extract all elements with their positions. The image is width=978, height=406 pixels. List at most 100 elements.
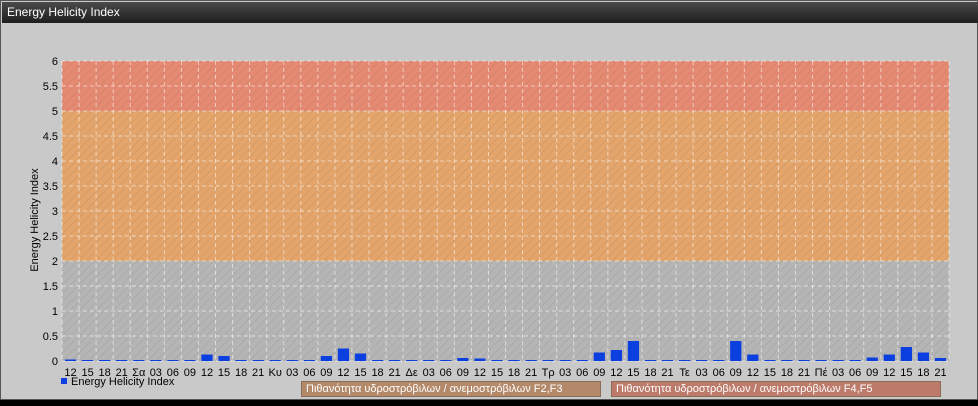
x-tick-label: 03 (423, 367, 435, 379)
bar (269, 360, 281, 361)
y-tick-label: 2 (52, 256, 58, 268)
bar (218, 356, 230, 361)
bar (576, 360, 588, 361)
bar (371, 360, 384, 361)
bar (678, 360, 691, 361)
bar (559, 360, 571, 361)
y-axis-label: Energy Helicity Index (29, 168, 41, 272)
bar (849, 360, 861, 361)
x-tick-label: 09 (730, 367, 742, 379)
bar (713, 360, 725, 361)
x-tick-label: 12 (474, 367, 486, 379)
x-tick-label: 09 (866, 367, 878, 379)
x-tick-label: 03 (559, 367, 571, 379)
bar (286, 360, 298, 361)
bar (525, 360, 537, 361)
x-tick-label: 15 (491, 367, 503, 379)
x-tick-label: Δε (406, 367, 418, 379)
chart-window: Energy Helicity Index 0 0.5 1 1.5 2 2.5 3 3.5 4 4… (0, 0, 978, 400)
y-tick-label: 3.5 (43, 181, 58, 193)
bar (815, 360, 827, 361)
bar (491, 360, 503, 361)
x-tick-label: Κυ (269, 367, 282, 379)
y-tick-label: 5.5 (43, 81, 58, 93)
bar (508, 360, 520, 361)
x-tick-label: 21 (798, 367, 810, 379)
ehi-chart: 00.511.522.533.544.555.56 12 15 18 21 Σα 03 06… (29, 56, 950, 388)
y-tick-label: 4.5 (43, 131, 58, 143)
bar (610, 350, 623, 361)
legend-f4f5-label: Πιθανότητα υδροστρόβιλων / ανεμοστρόβιλω… (616, 383, 873, 395)
bar (832, 360, 844, 361)
x-tick-label: 21 (525, 367, 537, 379)
bar (883, 354, 895, 361)
bar (781, 360, 793, 361)
y-tick-label: 3 (52, 206, 58, 218)
x-tick-label: 18 (644, 367, 656, 379)
bar (184, 360, 196, 361)
bar (303, 360, 315, 361)
x-tick-label: Πέ (815, 367, 828, 379)
x-tick-label: 15 (764, 367, 776, 379)
bar (593, 352, 605, 361)
x-tick-label: Τρ (542, 367, 555, 379)
bar (252, 360, 264, 361)
bar (167, 360, 179, 361)
x-tick-label: 03 (696, 367, 708, 379)
bar (406, 360, 418, 361)
x-tick-label: 15 (218, 367, 230, 379)
x-tick-label: 03 (286, 367, 298, 379)
x-tick-label: 21 (934, 367, 946, 379)
x-tick-label: 18 (917, 367, 929, 379)
x-tick-label: 18 (508, 367, 520, 379)
x-tick-label: 15 (627, 367, 639, 379)
bar (730, 341, 742, 361)
y-tick-label: 6 (52, 56, 58, 68)
legend-f4f5: Πιθανότητα υδροστρόβιλων / ανεμοστρόβιλω… (611, 381, 941, 397)
x-tick-label: 09 (457, 367, 469, 379)
bar (320, 356, 333, 361)
x-tick-label: 18 (371, 367, 383, 379)
bar (354, 353, 367, 361)
bar (337, 348, 350, 361)
bar (542, 360, 554, 361)
bar (627, 341, 640, 361)
chart-area: 0 0.5 1 1.5 2 2.5 3 3.5 4 4.5 5 5.5 6 12 15 18 21 Σα 03 06… (1, 23, 978, 401)
bar (661, 360, 674, 361)
bar (81, 360, 94, 361)
y-tick-label: 4 (52, 156, 58, 168)
x-tick-label: 06 (849, 367, 861, 379)
x-tick-label: Τε (679, 367, 690, 379)
bar (133, 360, 145, 361)
bar (474, 358, 486, 361)
bar (150, 360, 162, 361)
bar (388, 360, 401, 361)
y-tick-label: 5 (52, 106, 58, 118)
window-title: Energy Helicity Index (2, 2, 978, 23)
x-tick-label: 21 (661, 367, 673, 379)
legend-series-label: Energy Helicity Index (71, 376, 175, 388)
x-tick-label: 12 (201, 367, 213, 379)
bar (201, 354, 213, 361)
bar (764, 360, 776, 361)
y-tick-label: 1.5 (43, 281, 58, 293)
bar (798, 360, 810, 361)
x-tick-label: 09 (184, 367, 196, 379)
bar (866, 357, 878, 361)
bar (116, 360, 128, 361)
y-tick-label: 0 (52, 356, 58, 368)
x-tick-label: 15 (900, 367, 912, 379)
bar (457, 358, 469, 361)
bar (99, 360, 111, 361)
x-tick-label: 09 (320, 367, 332, 379)
bar (696, 360, 708, 361)
y-tick-label: 2.5 (43, 231, 58, 243)
y-tick-label: 1 (52, 306, 58, 318)
legend-f2f3-label: Πιθανότητα υδροστρόβιλων / ανεμοστρόβιλω… (306, 383, 563, 395)
x-tick-label: 06 (713, 367, 725, 379)
legend-f2f3: Πιθανότητα υδροστρόβιλων / ανεμοστρόβιλω… (301, 381, 601, 397)
x-tick-label: 06 (576, 367, 588, 379)
x-tick-label: 21 (389, 367, 401, 379)
bar (747, 354, 759, 361)
bar (440, 360, 452, 361)
